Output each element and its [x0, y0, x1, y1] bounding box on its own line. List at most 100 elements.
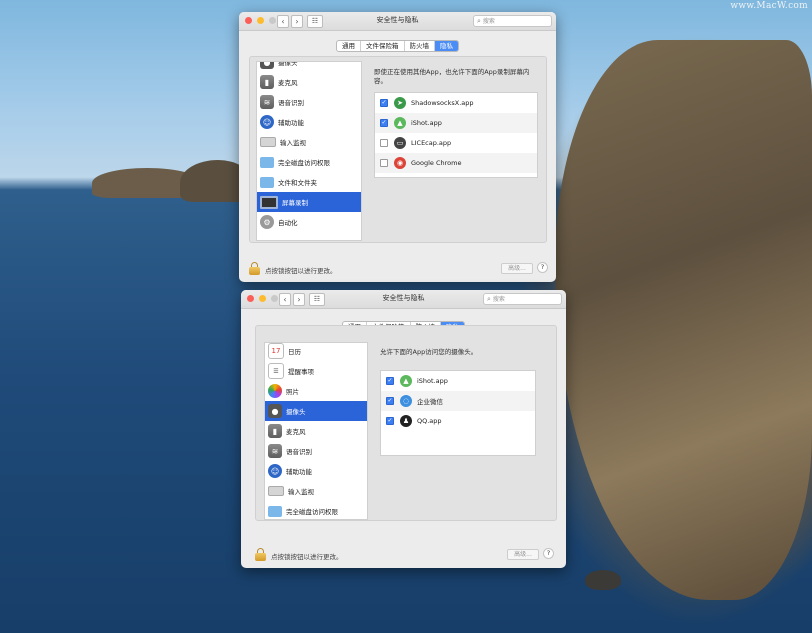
app-row: ✓ ▲ iShot.app — [375, 113, 537, 133]
app-permission-checkbox[interactable]: ✓ — [380, 99, 388, 107]
app-permission-checkbox[interactable] — [380, 139, 388, 147]
sidebar-item-label: 摄像头 — [278, 61, 298, 67]
sidebar-item[interactable]: ● 摄像头 — [257, 61, 361, 72]
ishot-icon: ▲ — [394, 117, 406, 129]
app-row: ✓ ♟ QQ.app — [381, 411, 535, 431]
app-permission-checkbox[interactable]: ✓ — [386, 397, 394, 405]
screen-recording-description: 即使正在使用其他App，也允许下面的App录制屏幕内容。 — [374, 68, 530, 85]
sidebar-item-label: 文件和文件夹 — [278, 179, 317, 187]
app-name: 企业微信 — [417, 398, 443, 406]
sidebar-item[interactable]: ⚙ 自动化 — [257, 212, 361, 232]
screen-recording-icon — [260, 195, 278, 209]
sidebar-item[interactable]: 输入监视 — [257, 132, 361, 152]
sidebar-item[interactable]: 完全磁盘访问权限 — [257, 152, 361, 172]
search-icon: ⌕ — [477, 17, 481, 25]
app-name: iShot.app — [417, 377, 448, 385]
sidebar-item[interactable]: ☰ 提醒事项 — [265, 361, 367, 381]
help-button[interactable]: ? — [543, 548, 554, 559]
licecap-icon: ▭ — [394, 137, 406, 149]
window-footer: 点按锁按钮以进行更改。 高级... ? — [241, 542, 566, 568]
sidebar-item-label: 完全磁盘访问权限 — [278, 159, 330, 167]
privacy-category-list[interactable]: ● 摄像头 ▮ 麦克风 ≋ 语音识别 ☺ 辅助功能输入监视完全磁盘访问权限 文件和文件夹 屏幕录制… — [256, 61, 362, 241]
app-row: ✓ ➤ ShadowsocksX.app — [375, 93, 537, 113]
sidebar-item[interactable]: 完全磁盘访问权限 — [265, 501, 367, 519]
sidebar-item-label: 语音识别 — [286, 448, 312, 456]
lock-hint-text: 点按锁按钮以进行更改。 — [265, 267, 337, 275]
app-name: Google Chrome — [411, 159, 462, 167]
search-input[interactable]: ⌕ 搜索 — [473, 15, 552, 27]
tab-0[interactable]: 通用 — [337, 41, 361, 51]
app-permission-checkbox[interactable] — [380, 159, 388, 167]
lock-icon[interactable] — [249, 262, 260, 275]
sidebar-item[interactable]: ≋ 语音识别 — [265, 441, 367, 461]
sidebar-item[interactable]: ☺ 辅助功能 — [265, 461, 367, 481]
titlebar: ‹ › ☷ 安全性与隐私 ⌕ 搜索 — [241, 290, 566, 309]
camera-icon: ● — [260, 62, 274, 69]
tab-bar: 通用文件保险箱防火墙隐私 — [239, 40, 556, 52]
folder-icon — [268, 505, 282, 517]
app-row: ✓ ◌ 企业微信 — [381, 391, 535, 411]
sidebar-item[interactable]: 17 日历 — [265, 343, 367, 361]
app-permission-checkbox[interactable]: ✓ — [386, 417, 394, 425]
privacy-panel: 17 日历 ☰ 提醒事项照片 ● 摄像头 ▮ 麦克风 ≋ 语音识别 ☺ 辅助功能 输入监视完全磁盘访问权… — [255, 325, 557, 521]
sidebar-item-label: 日历 — [288, 348, 301, 356]
paper-plane-icon: ➤ — [394, 97, 406, 109]
window-footer: 点按锁按钮以进行更改。 高级... ? — [239, 256, 556, 282]
app-permission-checkbox[interactable]: ✓ — [380, 119, 388, 127]
security-privacy-window-top: ‹ › ☷ 安全性与隐私 ⌕ 搜索 通用 文件保险箱 防火墙 隐私 ● 摄像头 ▮ 麦克风 ≋ 语… — [239, 12, 556, 282]
tab-3[interactable]: 隐私 — [435, 41, 458, 51]
island-right — [555, 40, 812, 600]
sidebar-item[interactable]: ▮ 麦克风 — [257, 72, 361, 92]
sidebar-item-label: 输入监视 — [280, 139, 306, 147]
app-name: ShadowsocksX.app — [411, 99, 474, 107]
help-button[interactable]: ? — [537, 262, 548, 273]
sidebar-item-label: 自动化 — [278, 219, 298, 227]
sidebar-item[interactable]: 照片 — [265, 381, 367, 401]
lock-hint-text: 点按锁按钮以进行更改。 — [271, 553, 343, 561]
folder-icon — [260, 176, 274, 188]
privacy-panel: ● 摄像头 ▮ 麦克风 ≋ 语音识别 ☺ 辅助功能输入监视完全磁盘访问权限 文件和文件夹 屏幕录制… — [249, 56, 547, 243]
app-list[interactable]: ✓ ➤ ShadowsocksX.app ✓ ▲ iShot.app ▭ LICEcap.ap… — [374, 92, 538, 178]
tab-1[interactable]: 文件保险箱 — [361, 41, 405, 51]
sidebar-item[interactable]: ☺ 辅助功能 — [257, 112, 361, 132]
rock-small — [585, 570, 621, 590]
sidebar-item-label: 完全磁盘访问权限 — [286, 508, 338, 516]
wecom-icon: ◌ — [400, 395, 412, 407]
speech-recognition-icon: ≋ — [268, 444, 282, 458]
security-privacy-window-bottom: ‹ › ☷ 安全性与隐私 ⌕搜索 通用文件保险箱防火墙隐私 17日历☰提醒事项照… — [241, 290, 566, 568]
sidebar-item-label: 照片 — [286, 388, 299, 396]
tab-2[interactable]: 防火墙 — [405, 41, 435, 51]
app-permission-checkbox[interactable]: ✓ — [386, 377, 394, 385]
sidebar-item-label: 辅助功能 — [278, 119, 304, 127]
gear-icon: ⚙ — [260, 215, 274, 229]
privacy-category-list[interactable]: 17 日历 ☰ 提醒事项照片 ● 摄像头 ▮ 麦克风 ≋ 语音识别 ☺ 辅助功能 输入监视完全磁盘访问权… — [264, 342, 368, 520]
sidebar-item[interactable]: ≋ 语音识别 — [257, 92, 361, 112]
search-input[interactable]: ⌕ 搜索 — [483, 293, 562, 305]
advanced-button[interactable]: 高级... — [507, 549, 539, 560]
sidebar-item-label: 屏幕录制 — [282, 199, 308, 207]
sidebar-item[interactable]: ● 摄像头 — [265, 401, 367, 421]
sidebar-item-label: 辅助功能 — [286, 468, 312, 476]
app-name: LICEcap.app — [411, 139, 452, 147]
app-list[interactable]: ✓ ▲ iShot.app ✓ ◌ 企业微信 ✓ ♟ QQ.app — [380, 370, 536, 456]
calendar-icon: 17 — [268, 343, 284, 359]
lock-icon[interactable] — [255, 548, 266, 561]
search-icon: ⌕ — [487, 295, 491, 303]
sidebar-item-label: 摄像头 — [286, 408, 306, 416]
advanced-button[interactable]: 高级... — [501, 263, 533, 274]
sidebar-item[interactable]: 输入监视 — [265, 481, 367, 501]
reminders-icon: ☰ — [268, 363, 284, 379]
microphone-icon: ▮ — [268, 424, 282, 438]
accessibility-icon: ☺ — [260, 115, 274, 129]
keyboard-icon — [268, 486, 284, 496]
app-row: ▭ LICEcap.app — [375, 133, 537, 153]
qq-penguin-icon: ♟ — [400, 415, 412, 427]
sidebar-item[interactable]: 屏幕录制 — [257, 192, 361, 212]
keyboard-icon — [260, 137, 276, 147]
microphone-icon: ▮ — [260, 75, 274, 89]
ishot-icon: ▲ — [400, 375, 412, 387]
app-name: QQ.app — [417, 417, 442, 425]
app-row: ✓ ▲ iShot.app — [381, 371, 535, 391]
sidebar-item[interactable]: ▮ 麦克风 — [265, 421, 367, 441]
sidebar-item[interactable]: 文件和文件夹 — [257, 172, 361, 192]
